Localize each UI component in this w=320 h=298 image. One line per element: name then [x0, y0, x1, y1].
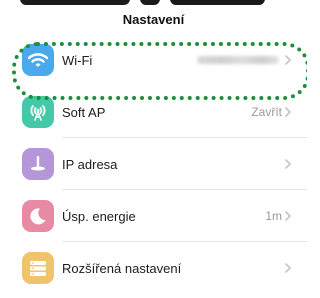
- settings-row-soft-ap[interactable]: Soft AP Zavřít: [0, 86, 307, 138]
- settings-row-power-saving[interactable]: Úsp. energie 1m: [0, 190, 307, 242]
- advanced-settings-icon: [22, 252, 54, 284]
- settings-row-label: Rozšířená nastavení: [62, 260, 182, 276]
- settings-row-label: Soft AP: [62, 104, 106, 120]
- chevron-right-icon: [285, 159, 291, 169]
- power-saving-value: 1m: [265, 209, 282, 223]
- settings-row-label: IP adresa: [62, 156, 118, 172]
- cropped-top-edge: [0, 0, 307, 10]
- chevron-right-icon: [285, 55, 291, 65]
- antenna-icon: [22, 96, 54, 128]
- page-title: Nastavení: [122, 12, 185, 27]
- settings-row-wifi[interactable]: Wi-Fi: [0, 34, 307, 86]
- moon-icon: [22, 200, 54, 232]
- redacted-network-name: [197, 56, 279, 64]
- settings-row-label: Wi-Fi: [62, 52, 93, 68]
- chevron-right-icon: [285, 211, 291, 221]
- settings-list: Wi-Fi Soft AP Zavřít IP adresa Úsp. ener…: [0, 34, 307, 294]
- chevron-right-icon: [285, 263, 291, 273]
- settings-screen: Nastavení Wi-Fi Soft AP Zavřít IP adresa…: [0, 0, 307, 298]
- settings-row-advanced[interactable]: Rozšířená nastavení: [0, 242, 307, 294]
- ip-pin-icon: [22, 148, 54, 180]
- soft-ap-status: Zavřít: [251, 105, 282, 119]
- settings-row-label: Úsp. energie: [62, 208, 136, 224]
- chevron-right-icon: [285, 107, 291, 117]
- settings-row-ip-address[interactable]: IP adresa: [0, 138, 307, 190]
- wifi-icon: [22, 44, 54, 76]
